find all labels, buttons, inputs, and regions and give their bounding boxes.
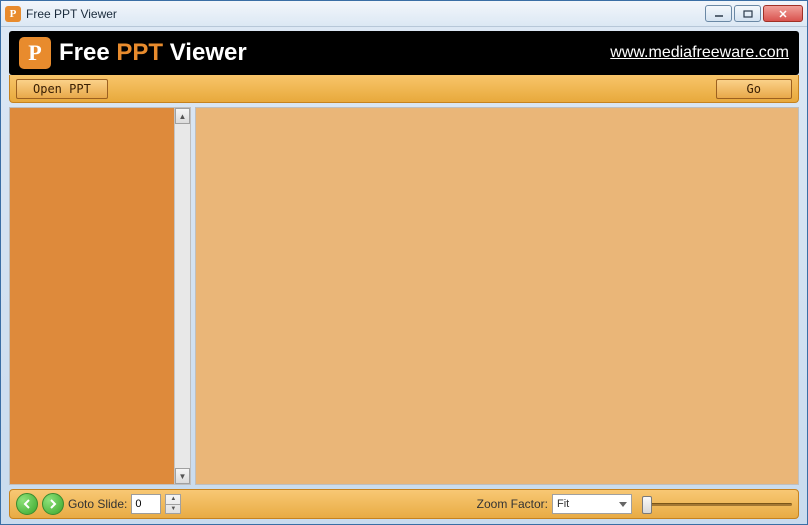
stepper-up-icon[interactable]: ▲ [166, 495, 180, 505]
app-icon: P [5, 6, 21, 22]
scroll-up-button[interactable]: ▲ [175, 108, 190, 124]
zoom-value: Fit [557, 498, 569, 510]
slide-thumbnail-panel: ▲ ▼ [9, 107, 191, 485]
app-window: P Free PPT Viewer P Free PPT Viewer www.… [0, 0, 808, 525]
titlebar: P Free PPT Viewer [1, 1, 807, 27]
window-title: Free PPT Viewer [26, 7, 705, 21]
minimize-button[interactable] [705, 5, 732, 22]
goto-slide-label: Goto Slide: [68, 497, 127, 511]
scroll-track[interactable] [175, 124, 190, 468]
close-button[interactable] [763, 5, 803, 22]
thumbnail-list [10, 108, 174, 484]
title-suffix: Viewer [163, 39, 247, 66]
go-button[interactable]: Go [716, 79, 792, 99]
zoom-select[interactable]: Fit [552, 494, 632, 514]
window-controls [705, 5, 803, 22]
toolbar: Open PPT Go [9, 75, 799, 103]
logo-icon: P [19, 37, 51, 69]
open-ppt-button[interactable]: Open PPT [16, 79, 108, 99]
slide-stepper[interactable]: ▲ ▼ [165, 494, 181, 514]
zoom-slider[interactable] [642, 494, 792, 514]
goto-slide-input[interactable] [131, 494, 161, 514]
prev-slide-button[interactable] [16, 493, 38, 515]
title-accent: PPT [116, 39, 163, 66]
header: P Free PPT Viewer www.mediafreeware.com [9, 31, 799, 75]
content-area: ▲ ▼ [9, 107, 799, 485]
slider-track [642, 503, 792, 506]
slide-viewer [195, 107, 799, 485]
zoom-factor-label: Zoom Factor: [477, 497, 548, 511]
next-slide-button[interactable] [42, 493, 64, 515]
title-prefix: Free [59, 39, 116, 66]
website-link[interactable]: www.mediafreeware.com [610, 44, 789, 62]
scroll-down-button[interactable]: ▼ [175, 468, 190, 484]
thumbnail-scrollbar[interactable]: ▲ ▼ [174, 108, 190, 484]
statusbar: Goto Slide: ▲ ▼ Zoom Factor: Fit [9, 489, 799, 519]
app-title: Free PPT Viewer [59, 39, 610, 67]
slider-thumb[interactable] [642, 496, 652, 514]
stepper-down-icon[interactable]: ▼ [166, 505, 180, 514]
maximize-button[interactable] [734, 5, 761, 22]
